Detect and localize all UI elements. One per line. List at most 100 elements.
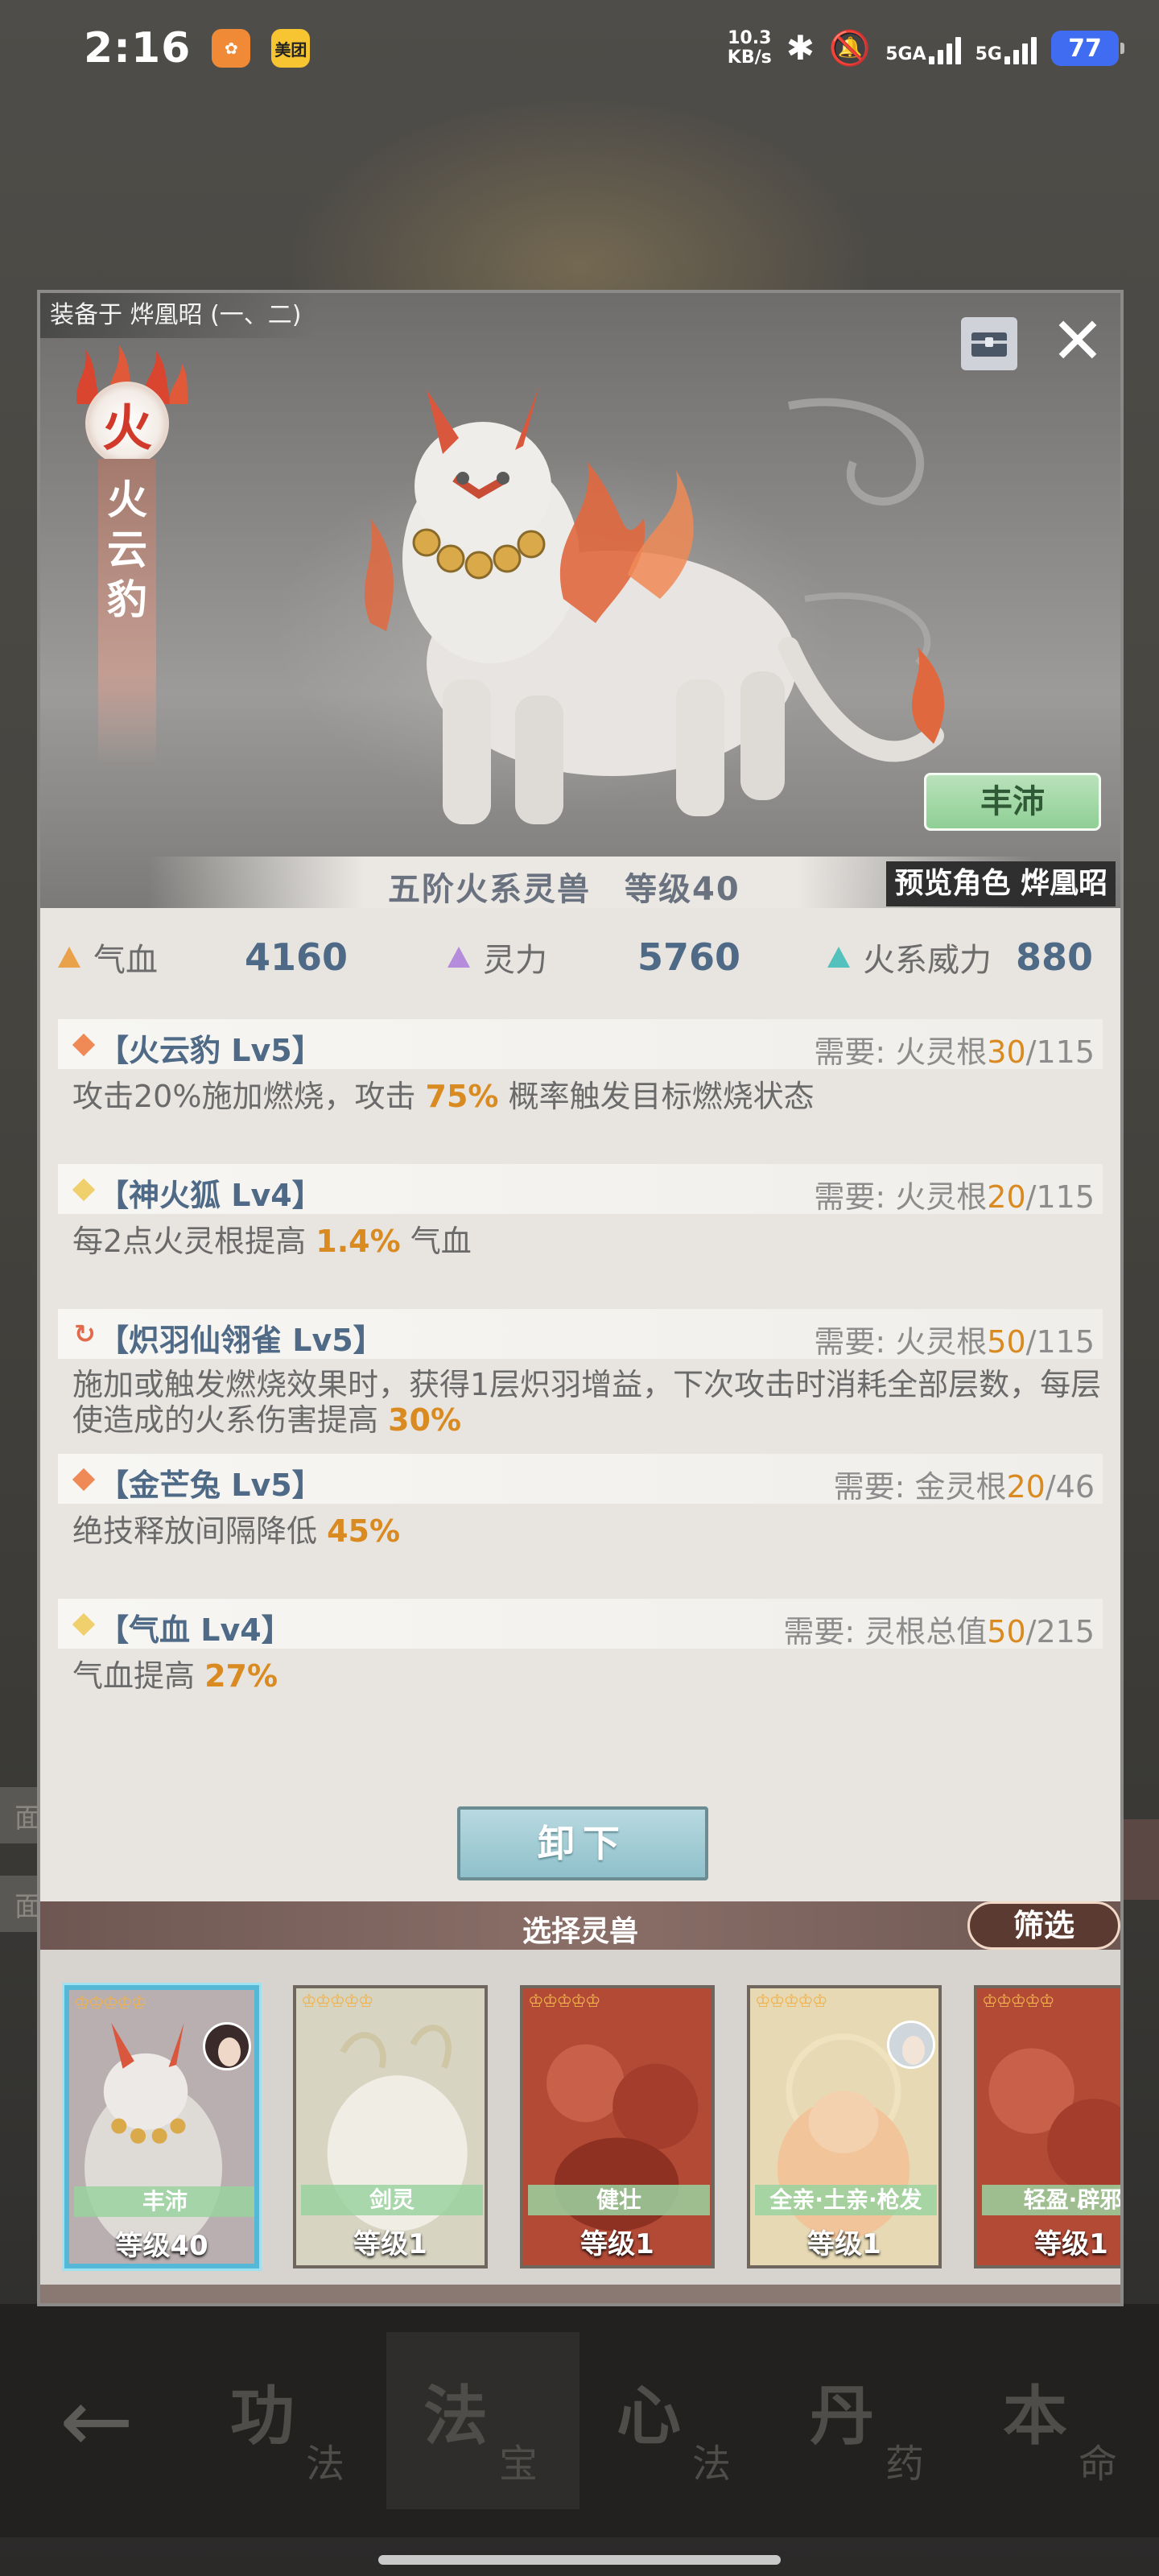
skill-description: 施加或触发燃烧效果时，获得1层炽羽增益，下次攻击时消耗全部层数，每层 使造成的火…: [72, 1367, 1111, 1438]
spirit-beast-dialog: 装备于 烨凰昭 (一、二) ✕ 火 火 云 豹 丰沛 五阶火系灵兽 等级40 预…: [37, 290, 1124, 2306]
skill-name: 【炽羽仙翎雀 Lv5】: [98, 1323, 384, 1358]
skill-name: 【神火狐 Lv4】: [98, 1178, 323, 1213]
diamond-marker-icon: [72, 1178, 96, 1202]
tab-char: 宝: [499, 2442, 538, 2487]
beast-card-name: 剑灵: [301, 2185, 483, 2215]
skill-name: 【火云豹 Lv5】: [98, 1033, 323, 1068]
triangle-purple-icon: [448, 947, 470, 968]
tab-char: 药: [885, 2442, 925, 2487]
bottom-nav: ← 功 法 法 宝 心 法 丹 药 本 命: [0, 2304, 1159, 2537]
tab-char: 丹: [810, 2378, 874, 2454]
status-time: 2:16: [84, 24, 192, 72]
stat-value-fire-power: 880: [1016, 935, 1094, 979]
triangle-teal-icon: [827, 947, 850, 968]
signal-5ga-icon: 5GA: [885, 32, 961, 64]
star-rating: ♔♔♔♔♔: [982, 1992, 1055, 2012]
tab-fabao[interactable]: 法 宝: [386, 2332, 580, 2509]
beast-card-level: 等级1: [807, 2228, 881, 2260]
mute-bell-icon: 🔕: [828, 28, 872, 68]
skill-header: 【火云豹 Lv5】 需要: 火灵根30/115: [58, 1019, 1103, 1070]
rank-level-text: 五阶火系灵兽 等级40: [388, 871, 740, 908]
tab-xinfa[interactable]: 心 法: [580, 2332, 773, 2509]
beast-card[interactable]: ♔♔♔♔♔ 丰沛 等级40: [64, 1985, 259, 2268]
diamond-marker-icon: [72, 1468, 96, 1492]
fire-leopard-illustration: [364, 386, 945, 824]
character-avatar: [203, 2022, 251, 2070]
skill-requirement: 需要: 金灵根20/46: [833, 1469, 1095, 1505]
tab-char: 法: [306, 2442, 345, 2487]
skill-description: 每2点火灵根提高 1.4% 气血: [72, 1224, 472, 1259]
chest-button[interactable]: [961, 317, 1017, 370]
tab-char: 法: [692, 2442, 732, 2487]
skill-name: 【气血 Lv4】: [98, 1612, 292, 1648]
skill-description: 攻击20%施加燃烧，攻击 75% 概率触发目标燃烧状态: [72, 1079, 815, 1114]
preview-character-label: 预览角色 烨凰昭: [886, 861, 1116, 906]
beast-card[interactable]: ♔♔♔♔♔ 剑灵 等级1: [293, 1985, 488, 2268]
skill-description-line: 施加或触发燃烧效果时，获得1层炽羽增益，下次攻击时消耗全部层数，每层: [72, 1367, 1102, 1402]
beast-card-level: 等级1: [1034, 2228, 1108, 2260]
cycle-icon: ↻: [74, 1319, 96, 1349]
beast-hero-panel: 装备于 烨凰昭 (一、二) ✕ 火 火 云 豹 丰沛 五阶火系灵兽 等级40 预…: [40, 293, 1120, 908]
skill-description-line: 使造成的火系伤害提高 30%: [72, 1402, 462, 1438]
beast-card-level: 等级1: [580, 2228, 654, 2260]
dialog-bottom-rule: [40, 2285, 1120, 2303]
stat-label: 灵力: [483, 942, 547, 979]
beast-name-char: 火: [107, 476, 147, 523]
filter-button[interactable]: 筛选: [967, 1901, 1120, 1950]
beast-card-name: 健壮: [528, 2185, 710, 2215]
status-bar: 2:16 ✿ 美团 10.3 KB/s ✱ 🔕 5GA 5G 77: [0, 0, 1159, 97]
unequip-button[interactable]: 卸下: [457, 1806, 708, 1880]
stat-mana: 灵力: [448, 921, 547, 993]
signal-5g-icon: 5G: [975, 32, 1037, 64]
star-rating: ♔♔♔♔♔: [301, 1992, 374, 2012]
tab-gongfa[interactable]: 功 法: [193, 2332, 386, 2509]
stat-hp: 气血: [58, 921, 158, 993]
tab-char: 本: [1003, 2378, 1067, 2454]
tab-danyao[interactable]: 丹 药: [773, 2332, 966, 2509]
equipped-on-label: 装备于 烨凰昭 (一、二): [40, 293, 318, 338]
beast-name-char: 豹: [107, 576, 147, 623]
bluetooth-icon: ✱: [786, 28, 815, 68]
beast-card[interactable]: ♔♔♔♔♔ 轻盈·辟邪 等级1: [974, 1985, 1120, 2268]
diamond-marker-icon: [72, 1033, 96, 1057]
stat-fire-power: 火系威力: [827, 921, 992, 993]
home-indicator[interactable]: [378, 2555, 781, 2565]
stat-value-hp: 4160: [245, 935, 349, 979]
skill-header: 【神火狐 Lv4】 需要: 火灵根20/115: [58, 1164, 1103, 1215]
skill-name: 【金芒兔 Lv5】: [98, 1468, 323, 1503]
skill-description: 气血提高 27%: [72, 1658, 278, 1694]
skill-requirement: 需要: 火灵根50/115: [814, 1324, 1095, 1360]
tab-char: 心: [617, 2378, 681, 2454]
skill-requirement: 需要: 灵根总值50/215: [783, 1614, 1095, 1649]
stats-row: 气血 4160 灵力 5760 火系威力 880: [40, 921, 1120, 993]
beast-card-name: 全亲·土亲·枪发: [755, 2185, 937, 2215]
background-right-strip: [1120, 1819, 1159, 1900]
quality-button[interactable]: 丰沛: [924, 773, 1101, 831]
tab-char: 命: [1079, 2442, 1118, 2487]
beast-card-name: 轻盈·辟邪: [982, 2185, 1120, 2215]
close-icon: ✕: [1050, 303, 1105, 378]
close-button[interactable]: ✕: [1050, 309, 1106, 374]
beast-card[interactable]: ♔♔♔♔♔ 健壮 等级1: [520, 1985, 715, 2268]
skill-requirement: 需要: 火灵根20/115: [814, 1179, 1095, 1215]
taobao-app-icon: ✿: [212, 29, 251, 68]
battery-indicator: 77: [1051, 31, 1124, 66]
tab-char: 法: [423, 2378, 488, 2454]
network-speed: 10.3 KB/s: [727, 28, 772, 68]
skill-header: 【金芒兔 Lv5】 需要: 金灵根20/46: [58, 1454, 1103, 1505]
beast-card-level: 等级1: [353, 2228, 427, 2260]
tab-char: 功: [230, 2378, 295, 2454]
back-arrow-icon[interactable]: ←: [0, 2369, 193, 2472]
diamond-marker-icon: [72, 1612, 96, 1637]
skill-requirement: 需要: 火灵根30/115: [814, 1034, 1095, 1070]
tab-benming[interactable]: 本 命: [966, 2332, 1159, 2509]
stat-label: 火系威力: [863, 942, 992, 979]
fire-element-badge: 火: [85, 382, 169, 465]
beast-card[interactable]: ♔♔♔♔♔ 全亲·土亲·枪发 等级1: [747, 1985, 942, 2268]
star-rating: ♔♔♔♔♔: [755, 1992, 828, 2012]
stat-value-mana: 5760: [637, 935, 741, 979]
beast-name-banner: 火 云 豹: [98, 459, 156, 765]
chest-icon: [971, 332, 1007, 357]
triangle-orange-icon: [58, 947, 80, 968]
beast-card-level: 等级40: [115, 2230, 208, 2262]
